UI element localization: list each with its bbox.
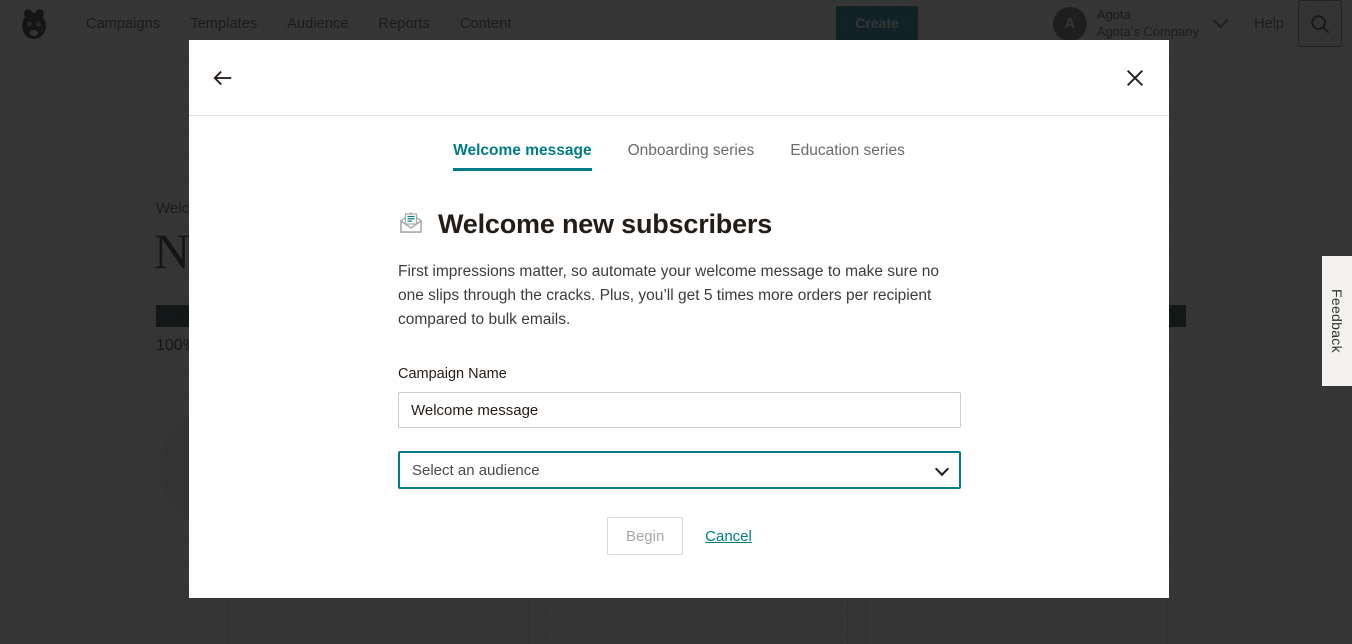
create-campaign-modal: Welcome message Onboarding series Educat…	[189, 40, 1169, 598]
modal-body: Welcome new subscribers First impression…	[189, 171, 1169, 555]
campaign-name-input[interactable]	[398, 392, 961, 428]
audience-select-value: Select an audience	[398, 451, 961, 489]
page-title: Welcome new subscribers	[438, 209, 772, 240]
feedback-tab[interactable]: Feedback	[1322, 256, 1352, 386]
headline-row: Welcome new subscribers	[398, 209, 1169, 240]
audience-select[interactable]: Select an audience	[398, 451, 961, 489]
open-envelope-icon	[398, 209, 424, 240]
modal-header	[189, 40, 1169, 116]
description-text: First impressions matter, so automate yo…	[398, 260, 963, 332]
tab-education-series[interactable]: Education series	[790, 142, 905, 171]
feedback-tab-label: Feedback	[1329, 289, 1345, 353]
campaign-name-label: Campaign Name	[398, 366, 1169, 382]
modal-tabs: Welcome message Onboarding series Educat…	[189, 142, 1169, 171]
arrow-left-icon[interactable]	[203, 58, 243, 98]
begin-button[interactable]: Begin	[607, 517, 683, 555]
tab-welcome-message[interactable]: Welcome message	[453, 142, 591, 171]
modal-actions: Begin Cancel	[398, 517, 961, 555]
close-icon[interactable]	[1115, 58, 1155, 98]
screen: Campaigns Templates Audience Reports Con…	[0, 0, 1352, 644]
tab-onboarding-series[interactable]: Onboarding series	[628, 142, 755, 171]
cancel-button[interactable]: Cancel	[705, 528, 752, 545]
